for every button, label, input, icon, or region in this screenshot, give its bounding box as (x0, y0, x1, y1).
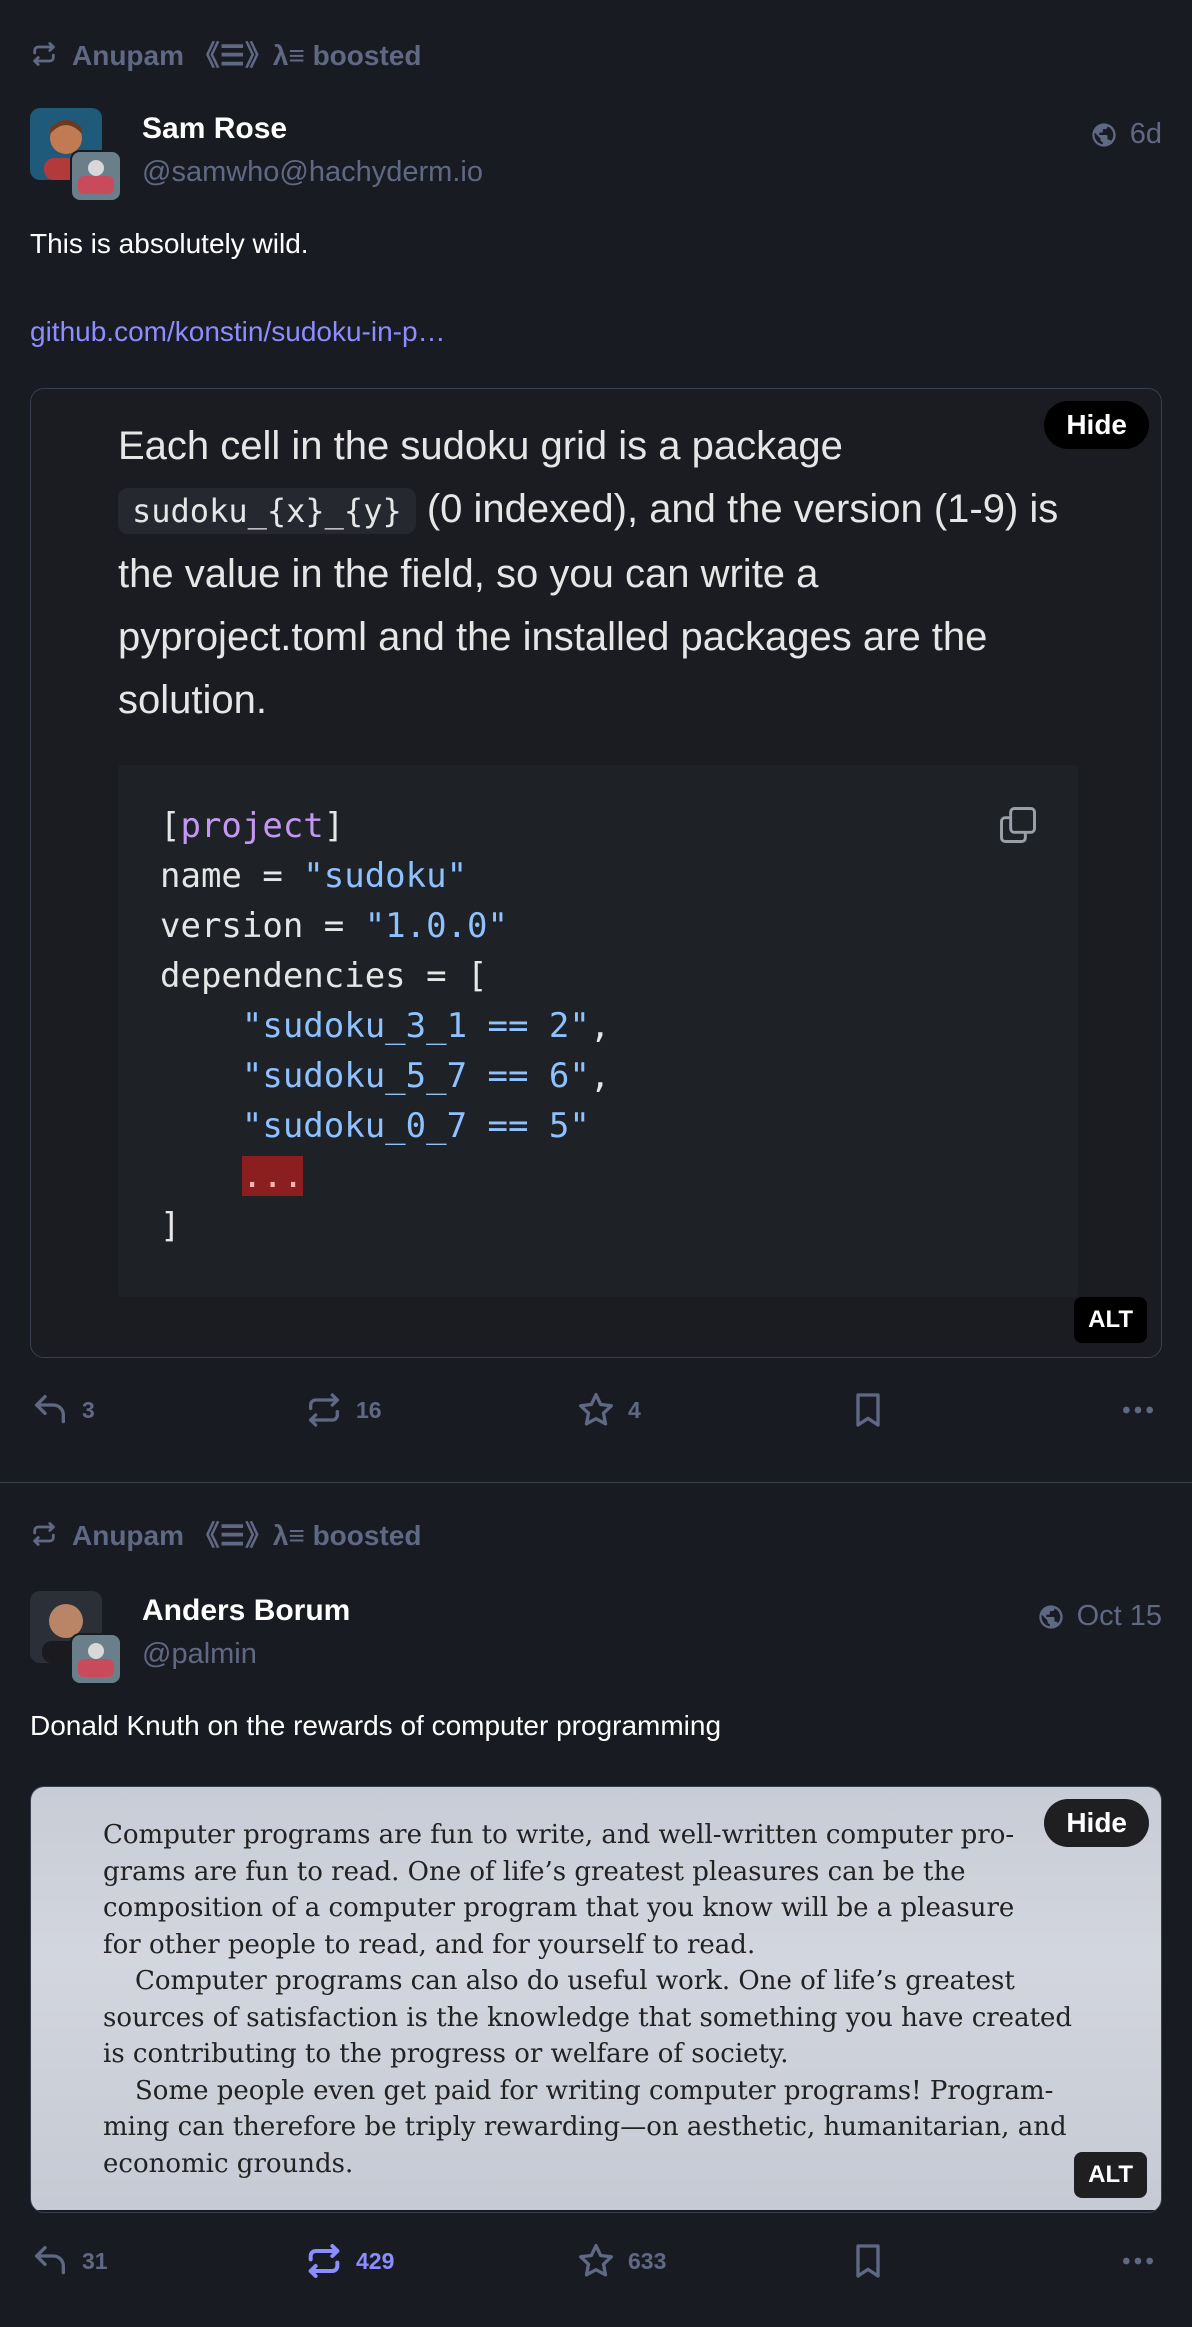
inline-code: sudoku_{x}_{y} (118, 488, 416, 534)
bookmark-icon (856, 1393, 880, 1427)
bookmark-button[interactable] (848, 2241, 888, 2281)
more-icon (1123, 2257, 1153, 2265)
code-token: dependencies = [ (160, 956, 488, 996)
code-lines: [project] name = "sudoku" version = "1.0… (160, 801, 610, 1251)
boost-indicator[interactable]: Anupam 《☰》λ≡ boosted (30, 34, 421, 74)
status-content: This is absolutely wild. (30, 228, 309, 259)
text-line: grams are fun to read. One of life’s gre… (103, 1856, 966, 1887)
code-token: project (180, 806, 324, 846)
action-bar: 31 429 633 (30, 2241, 1170, 2291)
more-icon (1123, 1406, 1153, 1414)
code-token: "sudoku" (303, 856, 468, 896)
booster-avatar[interactable] (70, 150, 122, 202)
code-token: ] (160, 1206, 181, 1246)
action-bar: 3 16 4 (30, 1390, 1170, 1440)
reply-button[interactable]: 31 (30, 2241, 108, 2281)
book-page-image: Computer programs are fun to write, and … (31, 1787, 1161, 2210)
boost-count: 16 (356, 1396, 382, 1423)
reply-button[interactable]: 3 (30, 1390, 95, 1430)
code-token: "sudoku_0_7 == 5" (241, 1106, 590, 1146)
text-line: Computer programs are fun to write, and … (103, 1820, 1015, 1850)
author-display-name[interactable]: Anders Borum (142, 1594, 350, 1628)
author-handle[interactable]: @palmin (142, 1638, 257, 1671)
boost-icon (33, 1522, 55, 1546)
bookmark-button[interactable] (848, 1390, 888, 1430)
post-timestamp[interactable]: 6d (1090, 118, 1162, 151)
booster-label: Anupam 《☰》λ≡ boosted (72, 1520, 422, 1551)
paragraph-part: Each cell in the sudoku grid is a packag… (118, 424, 843, 468)
media-attachment[interactable]: Each cell in the sudoku grid is a packag… (30, 388, 1162, 1358)
code-token: "sudoku_5_7 == 6" (241, 1056, 590, 1096)
status-post-1[interactable]: Anupam 《☰》λ≡ boosted Sam Rose @samwho@ha… (0, 0, 1192, 1482)
star-icon (579, 2244, 613, 2277)
favourite-count: 4 (628, 1396, 641, 1423)
text-line: composition of a computer program that y… (103, 1893, 1015, 1923)
code-token: "1.0.0" (364, 906, 508, 946)
text-line: is contributing to the progress or welfa… (103, 2039, 789, 2069)
text-line: for other people to read, and for yourse… (103, 1929, 756, 1960)
boost-icon (308, 2244, 340, 2278)
boost-button[interactable]: 16 (304, 1390, 382, 1430)
reply-icon (35, 1395, 65, 1424)
alt-text-badge[interactable]: ALT (1074, 1297, 1147, 1343)
timestamp-label: 6d (1129, 118, 1162, 150)
image-paragraph: Each cell in the sudoku grid is a packag… (118, 415, 1078, 732)
code-token: , (589, 1006, 611, 1046)
text-line: Computer programs can also do useful wor… (135, 1966, 1015, 1996)
text-line: economic grounds. (103, 2148, 354, 2179)
code-token: name = (160, 856, 304, 896)
code-token: ] (323, 806, 345, 846)
status-post-2[interactable]: Anupam 《☰》λ≡ boosted Anders Borum @palmi… (0, 1483, 1192, 2327)
timestamp-label: Oct 15 (1076, 1600, 1162, 1632)
text-line: sources of satisfaction is the knowledge… (103, 2002, 1073, 2033)
boost-icon (309, 1393, 339, 1427)
code-token: [ (160, 806, 181, 846)
code-block: [project] name = "sudoku" version = "1.0… (118, 765, 1078, 1297)
bookmark-icon (856, 2244, 880, 2278)
code-token: ... (241, 1156, 304, 1196)
status-content: Donald Knuth on the rewards of computer … (30, 1710, 722, 1741)
star-icon (579, 1393, 613, 1426)
post-timestamp[interactable]: Oct 15 (1037, 1600, 1162, 1633)
hide-media-button[interactable]: Hide (1044, 1799, 1149, 1847)
favourite-count: 633 (628, 2247, 667, 2274)
text-line: Some people even get paid for writing co… (135, 2075, 1054, 2106)
book-page-text: Computer programs are fun to write, and … (103, 1817, 1088, 2182)
code-token: version = (160, 906, 365, 946)
globe-icon (1038, 1604, 1063, 1629)
code-token: , (589, 1056, 611, 1096)
globe-icon (1092, 122, 1116, 147)
media-attachment[interactable]: Computer programs are fun to write, and … (30, 1786, 1162, 2213)
more-options-button[interactable] (1118, 1390, 1158, 1430)
boost-button[interactable]: 429 (304, 2241, 394, 2281)
author-display-name[interactable]: Sam Rose (142, 112, 287, 146)
booster-avatar[interactable] (70, 1633, 122, 1685)
reply-icon (35, 2246, 65, 2275)
code-token: "sudoku_3_1 == 2" (241, 1006, 590, 1046)
copy-icon (1000, 807, 1036, 843)
text-line: ming can therefore be triply rewarding—o… (103, 2112, 1067, 2142)
more-options-button[interactable] (1118, 2241, 1158, 2281)
reply-count: 31 (82, 2247, 108, 2274)
favourite-button[interactable]: 4 (576, 1390, 641, 1430)
alt-text-badge[interactable]: ALT (1074, 2152, 1147, 2198)
hide-media-button[interactable]: Hide (1044, 401, 1149, 449)
reply-count: 3 (82, 1396, 95, 1423)
boost-icon (33, 42, 55, 66)
author-handle[interactable]: @samwho@hachyderm.io (142, 156, 483, 189)
boost-count: 429 (356, 2247, 395, 2274)
favourite-button[interactable]: 633 (576, 2241, 666, 2281)
status-link[interactable]: github.com/konstin/sudoku-in-p… (30, 316, 446, 348)
boost-indicator[interactable]: Anupam 《☰》λ≡ boosted (30, 1514, 421, 1554)
booster-label: Anupam 《☰》λ≡ boosted (72, 40, 422, 71)
